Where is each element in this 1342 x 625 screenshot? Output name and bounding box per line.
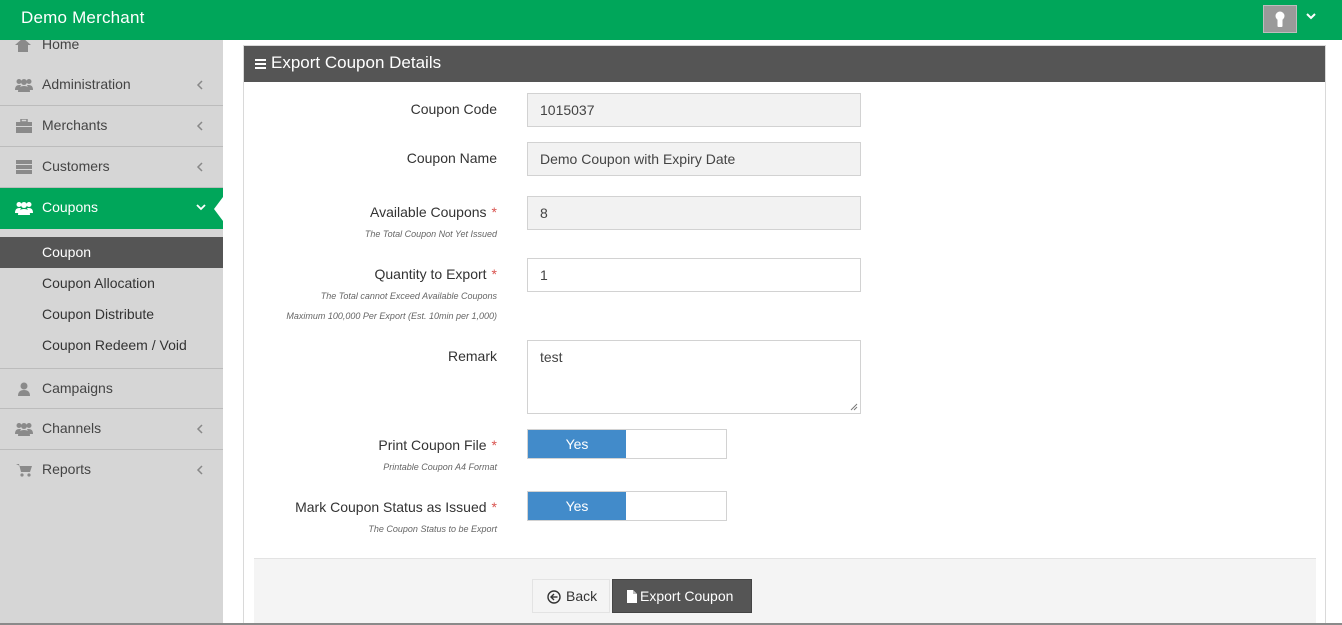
sidebar-item-home[interactable]: Home [0, 40, 223, 57]
sidebar-subitem-coupon-allocation[interactable]: Coupon Allocation [0, 268, 223, 299]
available-coupons-field: 8 [527, 196, 861, 230]
required-marker: * [491, 437, 497, 453]
chevron-down-icon [196, 204, 206, 211]
mark-issued-label: Mark Coupon Status as Issued * [295, 499, 497, 515]
user-avatar-icon [1275, 11, 1285, 27]
sidebar-item-merchants[interactable]: Merchants [0, 106, 223, 147]
sidebar-item-label: Channels [42, 420, 102, 436]
back-button-label: Back [566, 588, 598, 604]
sidebar-item-channels[interactable]: Channels [0, 409, 223, 450]
available-coupons-label: Available Coupons * [370, 204, 497, 220]
available-coupons-help: The Total Coupon Not Yet Issued [364, 229, 497, 239]
cart-icon [16, 464, 32, 477]
quantity-help-maximum: Maximum 100,000 Per Export (Est. 10min p… [286, 311, 497, 321]
required-marker: * [491, 499, 497, 515]
toggle-on-label: Yes [528, 492, 626, 520]
resize-grip-icon[interactable] [850, 403, 858, 411]
sidebar-item-label: Administration [42, 76, 131, 92]
required-marker: * [491, 266, 497, 282]
sidebar-subitem-coupon[interactable]: Coupon [0, 237, 223, 268]
sidebar-subitem-coupon-redeem-void[interactable]: Coupon Redeem / Void [0, 330, 223, 361]
chevron-down-icon[interactable] [1305, 11, 1317, 21]
required-marker: * [491, 204, 497, 220]
sidebar-item-coupons[interactable]: Coupons [0, 188, 223, 229]
back-button[interactable]: Back [532, 579, 610, 613]
chevron-left-icon [196, 424, 203, 434]
sidebar-subitem-label: Coupon Distribute [42, 306, 155, 322]
sidebar-item-label: Campaigns [42, 380, 113, 396]
sidebar-item-customers[interactable]: Customers [0, 147, 223, 188]
remark-label: Remark [447, 348, 497, 364]
home-icon [15, 40, 31, 52]
user-icon [18, 382, 30, 396]
quantity-to-export-label: Quantity to Export * [374, 266, 497, 282]
chevron-left-icon [196, 162, 203, 172]
mark-issued-toggle[interactable]: Yes [527, 491, 727, 521]
file-icon [627, 590, 637, 603]
coupon-code-field: 1015037 [527, 93, 861, 127]
briefcase-icon [16, 119, 32, 133]
mark-issued-help: The Coupon Status to be Export [368, 524, 497, 534]
panel-header: Export Coupon Details [244, 46, 1325, 82]
coupon-name-field: Demo Coupon with Expiry Date [527, 142, 861, 176]
chevron-left-icon [196, 121, 203, 131]
sidebar-subitem-label: Coupon [42, 244, 92, 260]
arrow-circle-left-icon [547, 590, 561, 604]
print-coupon-file-help: Printable Coupon A4 Format [383, 462, 497, 472]
sidebar-item-label: Merchants [42, 117, 108, 133]
user-avatar[interactable] [1263, 5, 1297, 33]
brand-title[interactable]: Demo Merchant [21, 8, 145, 28]
export-coupon-button[interactable]: Export Coupon [612, 579, 752, 613]
users-icon [15, 202, 33, 215]
export-coupon-button-label: Export Coupon [640, 588, 734, 604]
coupon-name-label: Coupon Name [406, 150, 497, 166]
quantity-help-limit: The Total cannot Exceed Available Coupon… [320, 291, 497, 301]
remark-textarea[interactable]: test [527, 340, 861, 414]
server-icon [16, 160, 32, 174]
print-coupon-file-toggle[interactable]: Yes [527, 429, 727, 459]
quantity-to-export-input[interactable]: 1 [527, 258, 861, 292]
sidebar-item-campaigns[interactable]: Campaigns [0, 368, 223, 409]
toggle-on-label: Yes [528, 430, 626, 458]
panel-title: Export Coupon Details [271, 53, 442, 72]
chevron-left-icon [196, 465, 203, 475]
sidebar-item-label: Reports [42, 461, 92, 477]
print-coupon-file-label: Print Coupon File * [378, 437, 497, 453]
users-icon [15, 79, 33, 92]
active-indicator [214, 197, 223, 221]
coupon-code-label: Coupon Code [410, 101, 497, 117]
export-coupon-panel: Export Coupon Details [243, 45, 1326, 625]
chevron-left-icon [196, 80, 203, 90]
sidebar-subitem-label: Coupon Allocation [42, 275, 155, 291]
sidebar-item-label: Home [42, 40, 80, 52]
sidebar-subitem-coupon-distribute[interactable]: Coupon Distribute [0, 299, 223, 330]
form-actions-bar [254, 558, 1316, 625]
sidebar-item-label: Customers [42, 158, 110, 174]
users-icon [15, 423, 33, 436]
menu-bars-icon [255, 59, 266, 69]
sidebar-item-reports[interactable]: Reports [0, 450, 223, 491]
sidebar-item-label: Coupons [42, 199, 99, 215]
sidebar-item-administration[interactable]: Administration [0, 65, 223, 106]
top-navbar: Demo Merchant [0, 0, 1342, 40]
sidebar-subitem-label: Coupon Redeem / Void [42, 337, 187, 353]
